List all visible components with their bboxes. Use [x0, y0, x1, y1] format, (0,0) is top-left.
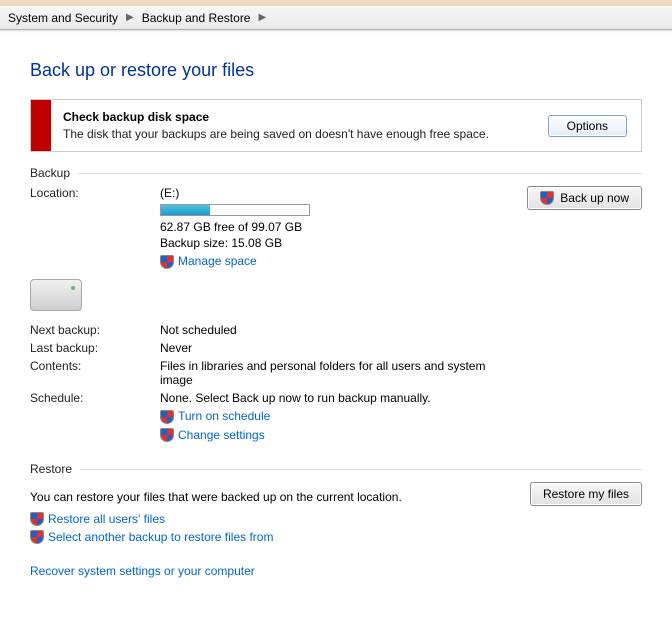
drive-icon: [30, 279, 82, 311]
label-location: Location:: [30, 186, 150, 269]
label-schedule: Schedule:: [30, 391, 150, 443]
change-settings-link[interactable]: Change settings: [178, 428, 265, 442]
chevron-right-icon[interactable]: ▶: [126, 12, 134, 23]
value-contents: Files in libraries and personal folders …: [160, 359, 492, 387]
label-contents: Contents:: [30, 359, 150, 387]
shield-icon: [160, 410, 174, 424]
options-button[interactable]: Options: [548, 115, 627, 137]
label-next-backup: Next backup:: [30, 323, 150, 337]
turn-on-schedule-link[interactable]: Turn on schedule: [178, 409, 270, 423]
shield-icon: [540, 191, 554, 205]
breadcrumb-crumb-system-security[interactable]: System and Security: [8, 11, 118, 25]
value-next-backup: Not scheduled: [160, 323, 492, 337]
section-restore-label: Restore: [30, 462, 72, 476]
breadcrumb: System and Security ▶ Backup and Restore…: [0, 0, 672, 30]
alert-disk-space: Check backup disk space The disk that yo…: [30, 99, 642, 152]
restore-description: You can restore your files that were bac…: [30, 490, 402, 504]
backup-drive: (E:): [160, 186, 492, 200]
backup-now-button[interactable]: Back up now: [527, 186, 642, 210]
divider: [80, 469, 642, 470]
restore-my-files-button[interactable]: Restore my files: [530, 482, 642, 506]
backup-now-label: Back up now: [560, 191, 629, 205]
shield-icon: [160, 428, 174, 442]
divider: [78, 173, 642, 174]
restore-all-users-link[interactable]: Restore all users' files: [48, 512, 165, 526]
disk-free-text: 62.87 GB free of 99.07 GB: [160, 220, 492, 234]
backup-size-text: Backup size: 15.08 GB: [160, 236, 492, 250]
value-schedule: None. Select Back up now to run backup m…: [160, 391, 492, 405]
shield-icon: [30, 512, 44, 526]
disk-usage-fill: [161, 205, 210, 215]
manage-space-link[interactable]: Manage space: [178, 254, 257, 268]
recover-system-link[interactable]: Recover system settings or your computer: [30, 564, 255, 578]
alert-stripe: [31, 100, 51, 151]
section-backup-header: Backup: [30, 166, 642, 180]
label-last-backup: Last backup:: [30, 341, 150, 355]
alert-title: Check backup disk space: [63, 110, 522, 124]
value-last-backup: Never: [160, 341, 492, 355]
select-another-backup-link[interactable]: Select another backup to restore files f…: [48, 530, 273, 544]
breadcrumb-crumb-backup-restore[interactable]: Backup and Restore: [142, 11, 251, 25]
alert-message: The disk that your backups are being sav…: [63, 127, 522, 141]
shield-icon: [160, 255, 174, 269]
shield-icon: [30, 530, 44, 544]
chevron-right-icon[interactable]: ▶: [258, 12, 266, 23]
section-restore-header: Restore: [30, 462, 642, 476]
page-title: Back up or restore your files: [30, 60, 642, 81]
section-backup-label: Backup: [30, 166, 70, 180]
disk-usage-bar: [160, 204, 310, 216]
